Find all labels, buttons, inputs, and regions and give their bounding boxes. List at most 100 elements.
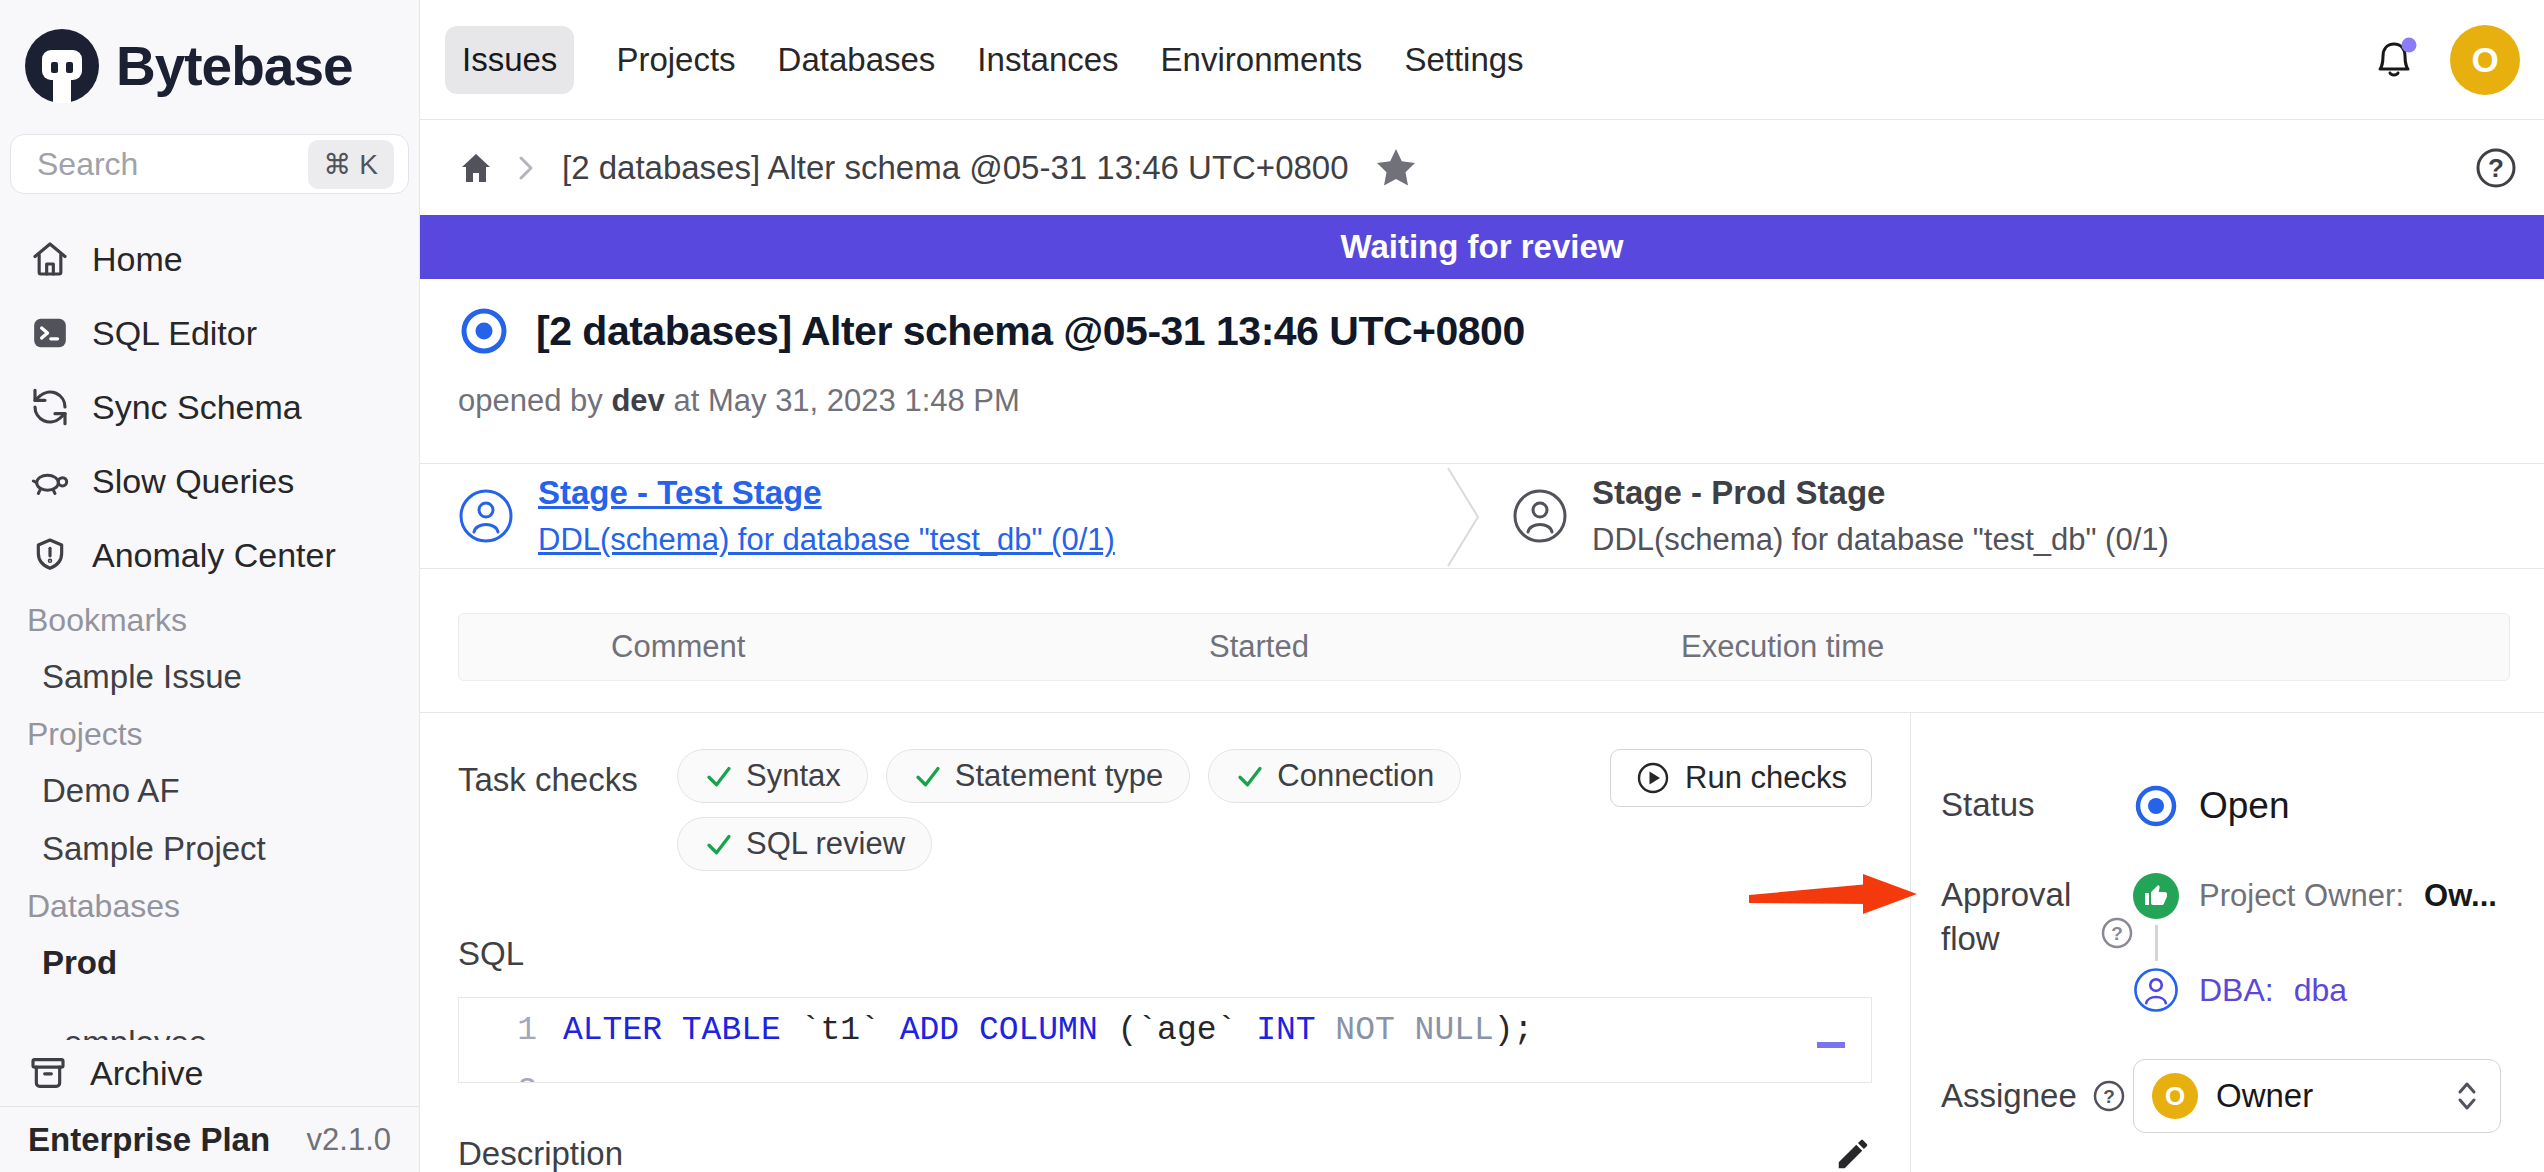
stage-test-stage[interactable]: Stage - Test Stage DDL(schema) for datab… [458,464,1115,568]
bytebase-logo-icon [22,26,102,106]
line-number: 2 [459,1073,563,1083]
sidebar: Bytebase Search ⌘ K Home SQL Editor Sync… [0,0,420,1172]
sql-editor-icon [30,313,70,353]
main-area: Issues Projects Databases Instances Envi… [420,0,2544,1172]
approval-step-pending: DBA: dba [2133,967,2497,1013]
sidebar-item-demo-af[interactable]: Demo AF [0,762,419,820]
status-value: Open [2199,785,2290,827]
user-avatar[interactable]: O [2450,25,2520,95]
stage-task-link[interactable]: DDL(schema) for database "test_db" (0/1) [538,522,1115,558]
search-placeholder: Search [37,146,308,183]
tab-projects[interactable]: Projects [616,41,735,79]
edit-pencil-icon[interactable] [1834,1135,1872,1172]
notification-bell-icon[interactable] [2368,34,2420,86]
approval-help-icon[interactable]: ? [2099,915,2135,951]
tab-databases[interactable]: Databases [778,41,936,79]
sidebar-section-databases: Databases [0,878,419,934]
column-execution-time: Execution time [1681,614,1884,680]
help-icon[interactable]: ? [2474,146,2518,190]
annotation-arrow [1747,868,1919,920]
assignee-help-icon[interactable]: ? [2091,1078,2127,1114]
breadcrumb: [2 databases] Alter schema @05-31 13:46 … [420,120,2544,215]
tab-instances[interactable]: Instances [977,41,1118,79]
top-navigation: Issues Projects Databases Instances Envi… [420,0,2544,120]
assignee-value: Owner [2216,1077,2313,1115]
task-table-header: Comment Started Execution time [458,613,2510,681]
banner-text: Waiting for review [1341,228,1624,266]
stage-separator-chevron [1444,464,1484,570]
tab-issues[interactable]: Issues [445,26,574,94]
assignee-row: Assignee ? O Owner [1941,1059,2544,1133]
task-checks-label: Task checks [458,761,644,799]
check-syntax[interactable]: Syntax [677,749,868,803]
home-icon [30,239,70,279]
search-shortcut: ⌘ K [308,140,394,189]
stage-person-icon-active [458,488,514,544]
sidebar-item-home[interactable]: Home [0,222,419,296]
stage-name-link[interactable]: Stage - Test Stage [538,474,1115,512]
approval-connector-line [2155,925,2158,961]
sidebar-item-sync-schema[interactable]: Sync Schema [0,370,419,444]
stage-task[interactable]: DDL(schema) for database "test_db" (0/1) [1592,522,2169,558]
status-row: Status Open [1941,783,2544,829]
issue-open-icon [458,305,510,357]
tab-environments[interactable]: Environments [1161,41,1363,79]
logo[interactable]: Bytebase [0,0,419,112]
check-sql-review[interactable]: SQL review [677,817,932,871]
assignee-select[interactable]: O Owner [2133,1059,2501,1133]
star-icon[interactable] [1375,147,1417,189]
svg-text:?: ? [2488,153,2504,183]
breadcrumb-home-icon[interactable] [456,148,496,188]
status-open-icon [2133,783,2179,829]
slow-queries-icon [30,461,70,501]
sql-editor[interactable]: 1 ALTER TABLE `t1` ADD COLUMN (`age` INT… [458,997,1872,1083]
check-statement-type[interactable]: Statement type [886,749,1191,803]
stage-name[interactable]: Stage - Prod Stage [1592,474,2169,512]
sidebar-item-sample-project[interactable]: Sample Project [0,820,419,878]
plan-label: Enterprise Plan [28,1121,270,1159]
status-banner: Waiting for review [420,215,2544,279]
sidebar-item-anomaly-center[interactable]: Anomaly Center [0,518,419,592]
sidebar-item-sql-editor[interactable]: SQL Editor [0,296,419,370]
sidebar-item-sample-issue[interactable]: Sample Issue [0,648,419,706]
play-icon [1635,760,1671,796]
thumbs-up-approved-icon [2133,873,2179,919]
approval-step-role: Project Owner: [2199,878,2404,914]
approval-step-role: DBA: [2199,972,2274,1009]
issue-title: [2 databases] Alter schema @05-31 13:46 … [536,308,1525,355]
stage-strip: Stage - Test Stage DDL(schema) for datab… [420,463,2544,569]
sidebar-section-projects: Projects [0,706,419,762]
check-connection[interactable]: Connection [1208,749,1461,803]
assignee-label: Assignee [1941,1074,2077,1118]
description-label: Description [458,1135,623,1172]
approval-step-value: dba [2294,972,2347,1009]
stage-person-icon-inactive [1512,488,1568,544]
issue-header: [2 databases] Alter schema @05-31 13:46 … [420,279,2544,419]
stage-prod-stage[interactable]: Stage - Prod Stage DDL(schema) for datab… [1512,464,2169,568]
sidebar-section-bookmarks: Bookmarks [0,592,419,648]
run-checks-button[interactable]: Run checks [1610,749,1872,807]
approval-flow-label: Approval flow ? [1941,873,2133,1013]
issue-sidebar-panel: Status Open Approval flow ? Project Owne… [1910,713,2544,1172]
sidebar-item-slow-queries[interactable]: Slow Queries [0,444,419,518]
sidebar-item-archive[interactable]: Archive [0,1040,419,1106]
dba-person-icon [2133,967,2179,1013]
sidebar-item-prod[interactable]: Prod [0,934,419,992]
svg-text:?: ? [2111,923,2123,944]
search-input[interactable]: Search ⌘ K [10,134,409,194]
issue-byline: opened by dev at May 31, 2023 1:48 PM [458,383,2506,419]
line-number: 1 [459,1012,563,1049]
sql-section-label: SQL [458,935,1872,973]
sidebar-footer: Enterprise Plan v2.1.0 [0,1106,419,1172]
approval-step-value: Ow... [2424,878,2497,914]
tab-settings[interactable]: Settings [1404,41,1523,79]
approval-step-approved: Project Owner: Ow... [2133,873,2497,919]
select-chevrons-icon [2452,1074,2482,1118]
anomaly-center-icon [30,535,70,575]
brand-name: Bytebase [116,34,353,98]
issue-author: dev [611,383,664,418]
breadcrumb-issue-label[interactable]: [2 databases] Alter schema @05-31 13:46 … [562,149,1349,187]
sql-code-line: ALTER TABLE `t1` ADD COLUMN (`age` INT N… [563,1012,1533,1049]
column-comment: Comment [611,614,745,680]
version-label: v2.1.0 [307,1122,391,1158]
